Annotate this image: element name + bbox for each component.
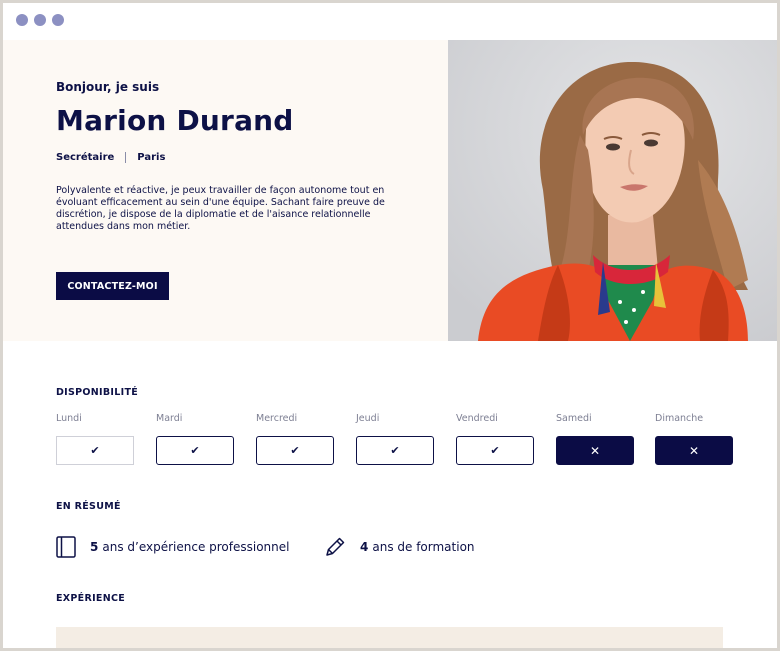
- training-stat: 4 ans de formation: [324, 536, 475, 558]
- day-toggle-vendredi[interactable]: ✔: [456, 436, 534, 465]
- day-label-jeudi: Jeudi: [356, 413, 380, 424]
- day-label-vendredi: Vendredi: [456, 413, 498, 424]
- check-icon: ✔: [490, 444, 500, 457]
- portrait-illustration: [448, 40, 777, 341]
- greeting-text: Bonjour, je suis: [56, 80, 160, 94]
- profile-meta: Secrétaire Paris: [56, 152, 165, 163]
- pencil-icon: [326, 537, 345, 556]
- book-icon: [56, 536, 76, 558]
- training-text: ans de formation: [372, 540, 475, 554]
- browser-frame: Bonjour, je suis Marion Durand Secrétair…: [3, 3, 777, 648]
- profile-city: Paris: [137, 152, 166, 163]
- day-toggle-mercredi[interactable]: ✔: [256, 436, 334, 465]
- experience-years: 5: [90, 540, 99, 554]
- close-icon: ✕: [688, 443, 700, 458]
- day-label-mardi: Mardi: [156, 413, 183, 424]
- day-toggle-mardi[interactable]: ✔: [156, 436, 234, 465]
- profile-photo: [448, 40, 777, 341]
- window-dot-3[interactable]: [52, 14, 64, 26]
- check-icon: ✔: [90, 444, 100, 457]
- hero-section: Bonjour, je suis Marion Durand Secrétair…: [3, 40, 777, 341]
- day-toggle-jeudi[interactable]: ✔: [356, 436, 434, 465]
- day-toggle-dimanche[interactable]: ✕: [655, 436, 733, 465]
- window-dot-2[interactable]: [34, 14, 46, 26]
- availability-title: DISPONIBILITÉ: [56, 387, 139, 398]
- check-icon: ✔: [290, 444, 300, 457]
- experience-text: ans d’expérience professionnel: [102, 540, 290, 554]
- day-label-lundi: Lundi: [56, 413, 82, 424]
- experience-card: [56, 627, 723, 648]
- check-icon: ✔: [190, 444, 200, 457]
- day-label-dimanche: Dimanche: [655, 413, 704, 424]
- training-years: 4: [360, 540, 369, 554]
- day-toggle-lundi[interactable]: ✔: [56, 436, 134, 465]
- experience-stat: 5 ans d’expérience professionnel: [56, 536, 289, 558]
- meta-divider: [125, 152, 127, 163]
- check-icon: ✔: [390, 444, 400, 457]
- contact-button[interactable]: CONTACTEZ-MOI: [56, 272, 169, 300]
- day-label-mercredi: Mercredi: [256, 413, 298, 424]
- window-topbar: [3, 3, 777, 40]
- window-dot-1[interactable]: [16, 14, 28, 26]
- summary-title: EN RÉSUMÉ: [56, 501, 121, 512]
- close-icon: ✕: [589, 443, 601, 458]
- experience-title: EXPÉRIENCE: [56, 593, 126, 604]
- profile-name: Marion Durand: [56, 104, 294, 137]
- profile-role: Secrétaire: [56, 152, 115, 163]
- hero-intro: Bonjour, je suis Marion Durand Secrétair…: [3, 40, 448, 341]
- day-label-samedi: Samedi: [556, 413, 592, 424]
- day-toggle-samedi[interactable]: ✕: [556, 436, 634, 465]
- profile-bio: Polyvalente et réactive, je peux travail…: [56, 185, 385, 232]
